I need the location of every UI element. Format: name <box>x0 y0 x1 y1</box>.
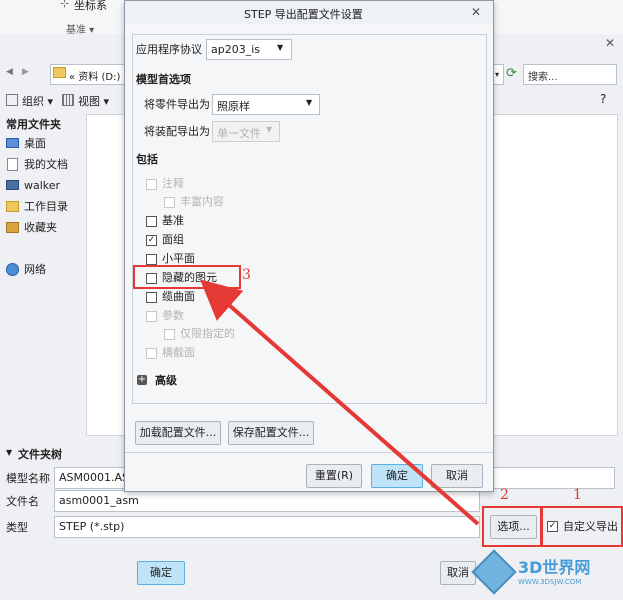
watermark-cube-icon <box>471 549 517 595</box>
watermark-brand: 3D世界网 <box>518 558 591 577</box>
watermark-url: WWW.3DSJW.COM <box>518 578 582 586</box>
watermark: 3D世界网 WWW.3DSJW.COM <box>470 548 620 596</box>
annotation-arrow <box>199 279 480 526</box>
